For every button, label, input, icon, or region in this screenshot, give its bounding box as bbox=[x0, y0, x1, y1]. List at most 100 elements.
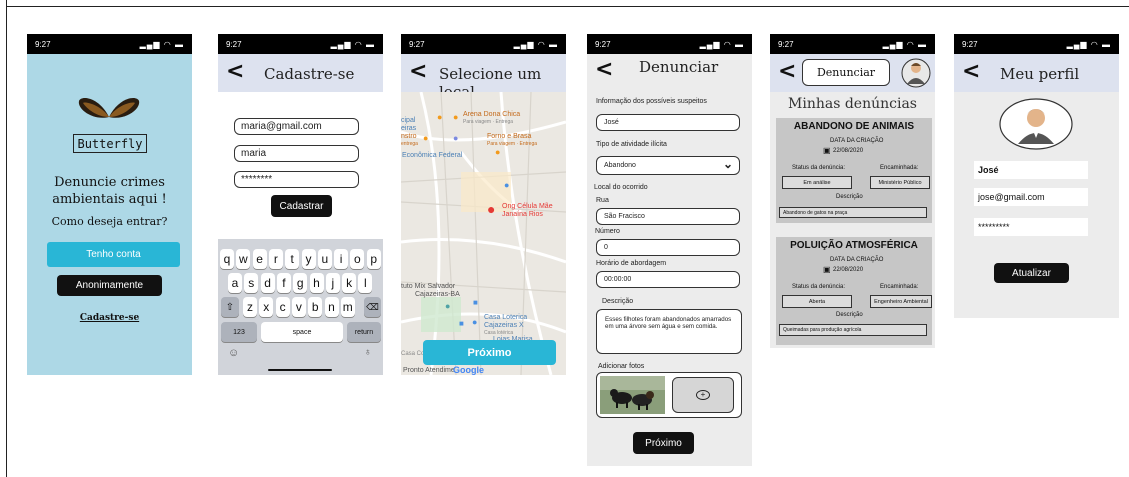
key-j[interactable]: j bbox=[325, 273, 340, 293]
status-label: Status da denúncia: bbox=[792, 284, 846, 290]
numbers-key[interactable]: 123 bbox=[221, 322, 257, 342]
key-e[interactable]: e bbox=[252, 249, 267, 269]
name-field[interactable]: José bbox=[974, 161, 1088, 179]
profile-avatar[interactable] bbox=[998, 98, 1074, 150]
location-marker-icon[interactable]: ● bbox=[487, 201, 495, 217]
key-y[interactable]: y bbox=[301, 249, 316, 269]
status-bar: 9:27 ▂▄▆ ◠ ▬ bbox=[218, 34, 383, 54]
backspace-key[interactable]: ⌫ bbox=[364, 297, 381, 317]
nav-bar: < Meu perfil bbox=[954, 54, 1119, 92]
key-v[interactable]: v bbox=[291, 297, 306, 317]
report-card[interactable]: ABANDONO DE ANIMAIS DATA DA CRIAÇÃO ▣ 22… bbox=[776, 118, 932, 223]
password-field[interactable]: ******** bbox=[234, 171, 359, 188]
store-pin-icon[interactable]: ● bbox=[472, 317, 477, 327]
map-label-ong: Ong Célula Mãe Janaína Rios bbox=[502, 203, 553, 218]
food-pin-icon[interactable]: ● bbox=[495, 147, 500, 157]
key-i[interactable]: i bbox=[334, 249, 349, 269]
bus-stop-icon[interactable]: ■ bbox=[459, 319, 464, 328]
name-field[interactable]: maria bbox=[234, 145, 359, 162]
microphone-icon[interactable]: ♁ bbox=[364, 347, 372, 358]
key-n[interactable]: n bbox=[324, 297, 339, 317]
food-pin-icon[interactable]: ● bbox=[453, 112, 458, 122]
bus-stop-icon[interactable]: ● bbox=[504, 180, 509, 190]
back-arrow-icon[interactable]: < bbox=[778, 59, 796, 84]
key-h[interactable]: h bbox=[309, 273, 324, 293]
have-account-button[interactable]: Tenho conta bbox=[47, 242, 180, 267]
forwarded-value: Ministério Público bbox=[870, 176, 930, 189]
dogs-photo[interactable] bbox=[600, 376, 665, 414]
key-c[interactable]: c bbox=[275, 297, 290, 317]
next-button[interactable]: Próximo bbox=[633, 432, 694, 454]
key-x[interactable]: x bbox=[259, 297, 274, 317]
bus-stop-icon[interactable]: ■ bbox=[473, 298, 478, 307]
signup-link[interactable]: Cadastre-se bbox=[27, 313, 192, 323]
key-p[interactable]: p bbox=[366, 249, 381, 269]
key-l[interactable]: l bbox=[358, 273, 373, 293]
key-w[interactable]: w bbox=[236, 249, 251, 269]
update-button[interactable]: Atualizar bbox=[994, 263, 1069, 283]
key-k[interactable]: k bbox=[342, 273, 357, 293]
key-g[interactable]: g bbox=[293, 273, 308, 293]
key-t[interactable]: t bbox=[285, 249, 300, 269]
space-key[interactable]: space bbox=[261, 322, 343, 342]
back-arrow-icon[interactable]: < bbox=[409, 59, 427, 84]
suspects-field[interactable]: José bbox=[596, 114, 740, 131]
screen-my-reports: 9:27 ▂▄▆ ◠ ▬ < Denunciar Minhas denúncia… bbox=[770, 34, 935, 348]
back-arrow-icon[interactable]: < bbox=[962, 59, 980, 84]
page-heading: Minhas denúncias bbox=[788, 96, 917, 112]
forwarded-value: Engenheiro Ambiental bbox=[870, 295, 932, 308]
keyboard: qwertyuiop asdfghjkl zxcvbnm ⇧ ⌫ 123 spa… bbox=[218, 239, 383, 375]
next-button[interactable]: Próximo bbox=[423, 340, 556, 365]
time-field[interactable]: 00:00:00 bbox=[596, 271, 740, 288]
key-o[interactable]: o bbox=[350, 249, 365, 269]
food-pin-icon[interactable]: ● bbox=[423, 133, 428, 143]
key-b[interactable]: b bbox=[308, 297, 323, 317]
shift-key[interactable]: ⇧ bbox=[221, 297, 239, 317]
key-f[interactable]: f bbox=[276, 273, 291, 293]
report-card-title: ABANDONO DE ANIMAIS bbox=[793, 121, 915, 132]
key-r[interactable]: r bbox=[268, 249, 283, 269]
plus-circle-icon: + bbox=[696, 390, 710, 400]
emoji-icon[interactable]: ☺ bbox=[228, 347, 239, 359]
email-field[interactable]: jose@gmail.com bbox=[974, 188, 1088, 206]
password-field[interactable]: ********* bbox=[974, 218, 1088, 236]
creation-date: 22/08/2020 bbox=[833, 148, 864, 154]
status-bar: 9:27 ▂▄▆ ◠ ▬ bbox=[770, 34, 935, 54]
food-pin-icon[interactable]: ● bbox=[437, 112, 442, 122]
bank-pin-icon[interactable]: ● bbox=[453, 133, 458, 143]
street-field[interactable]: São Fracisco bbox=[596, 208, 740, 225]
back-arrow-icon[interactable]: < bbox=[226, 59, 244, 84]
forwarded-label: Encaminhada: bbox=[880, 284, 919, 290]
map-label-eiras: eiras bbox=[401, 125, 417, 132]
creation-date-label: DATA DA CRIAÇÃO bbox=[830, 138, 884, 144]
key-m[interactable]: m bbox=[340, 297, 355, 317]
register-button[interactable]: Cadastrar bbox=[271, 195, 332, 217]
key-s[interactable]: s bbox=[244, 273, 259, 293]
key-q[interactable]: q bbox=[220, 249, 234, 269]
add-photo-button[interactable]: + bbox=[672, 377, 734, 413]
calendar-icon: ▣ bbox=[823, 146, 831, 155]
headline: Denuncie crimes ambientais aqui ! bbox=[52, 175, 167, 207]
nav-bar: < Cadastre-se bbox=[218, 54, 383, 92]
return-key[interactable]: return bbox=[347, 322, 381, 342]
anonymous-button[interactable]: Anonimamente bbox=[57, 275, 162, 296]
description-label: Descrição bbox=[836, 312, 863, 318]
email-field[interactable]: maria@gmail.com bbox=[234, 118, 359, 135]
status-time: 9:27 bbox=[595, 39, 611, 49]
key-d[interactable]: d bbox=[260, 273, 275, 293]
nav-bar: < Denunciar bbox=[770, 54, 935, 92]
avatar[interactable] bbox=[901, 56, 931, 90]
report-card[interactable]: POLUIÇÃO ATMOSFÉRICA DATA DA CRIAÇÃO ▣ 2… bbox=[776, 237, 932, 345]
back-arrow-icon[interactable]: < bbox=[595, 57, 613, 82]
key-a[interactable]: a bbox=[228, 273, 242, 293]
map-pin-icon[interactable]: ● bbox=[445, 301, 450, 311]
number-field[interactable]: 0 bbox=[596, 239, 740, 256]
time-label: Horário de abordagem bbox=[596, 260, 667, 267]
description-field[interactable]: Esses filhotes foram abandonados amarrad… bbox=[596, 309, 742, 354]
key-z[interactable]: z bbox=[243, 297, 257, 317]
activity-type-select[interactable]: Abandono ⌄ bbox=[596, 156, 740, 175]
key-u[interactable]: u bbox=[317, 249, 332, 269]
email-value: jose@gmail.com bbox=[978, 192, 1045, 202]
report-tab-button[interactable]: Denunciar bbox=[802, 59, 890, 86]
map-label-tuto: tuto Mix Salvador bbox=[401, 283, 456, 290]
